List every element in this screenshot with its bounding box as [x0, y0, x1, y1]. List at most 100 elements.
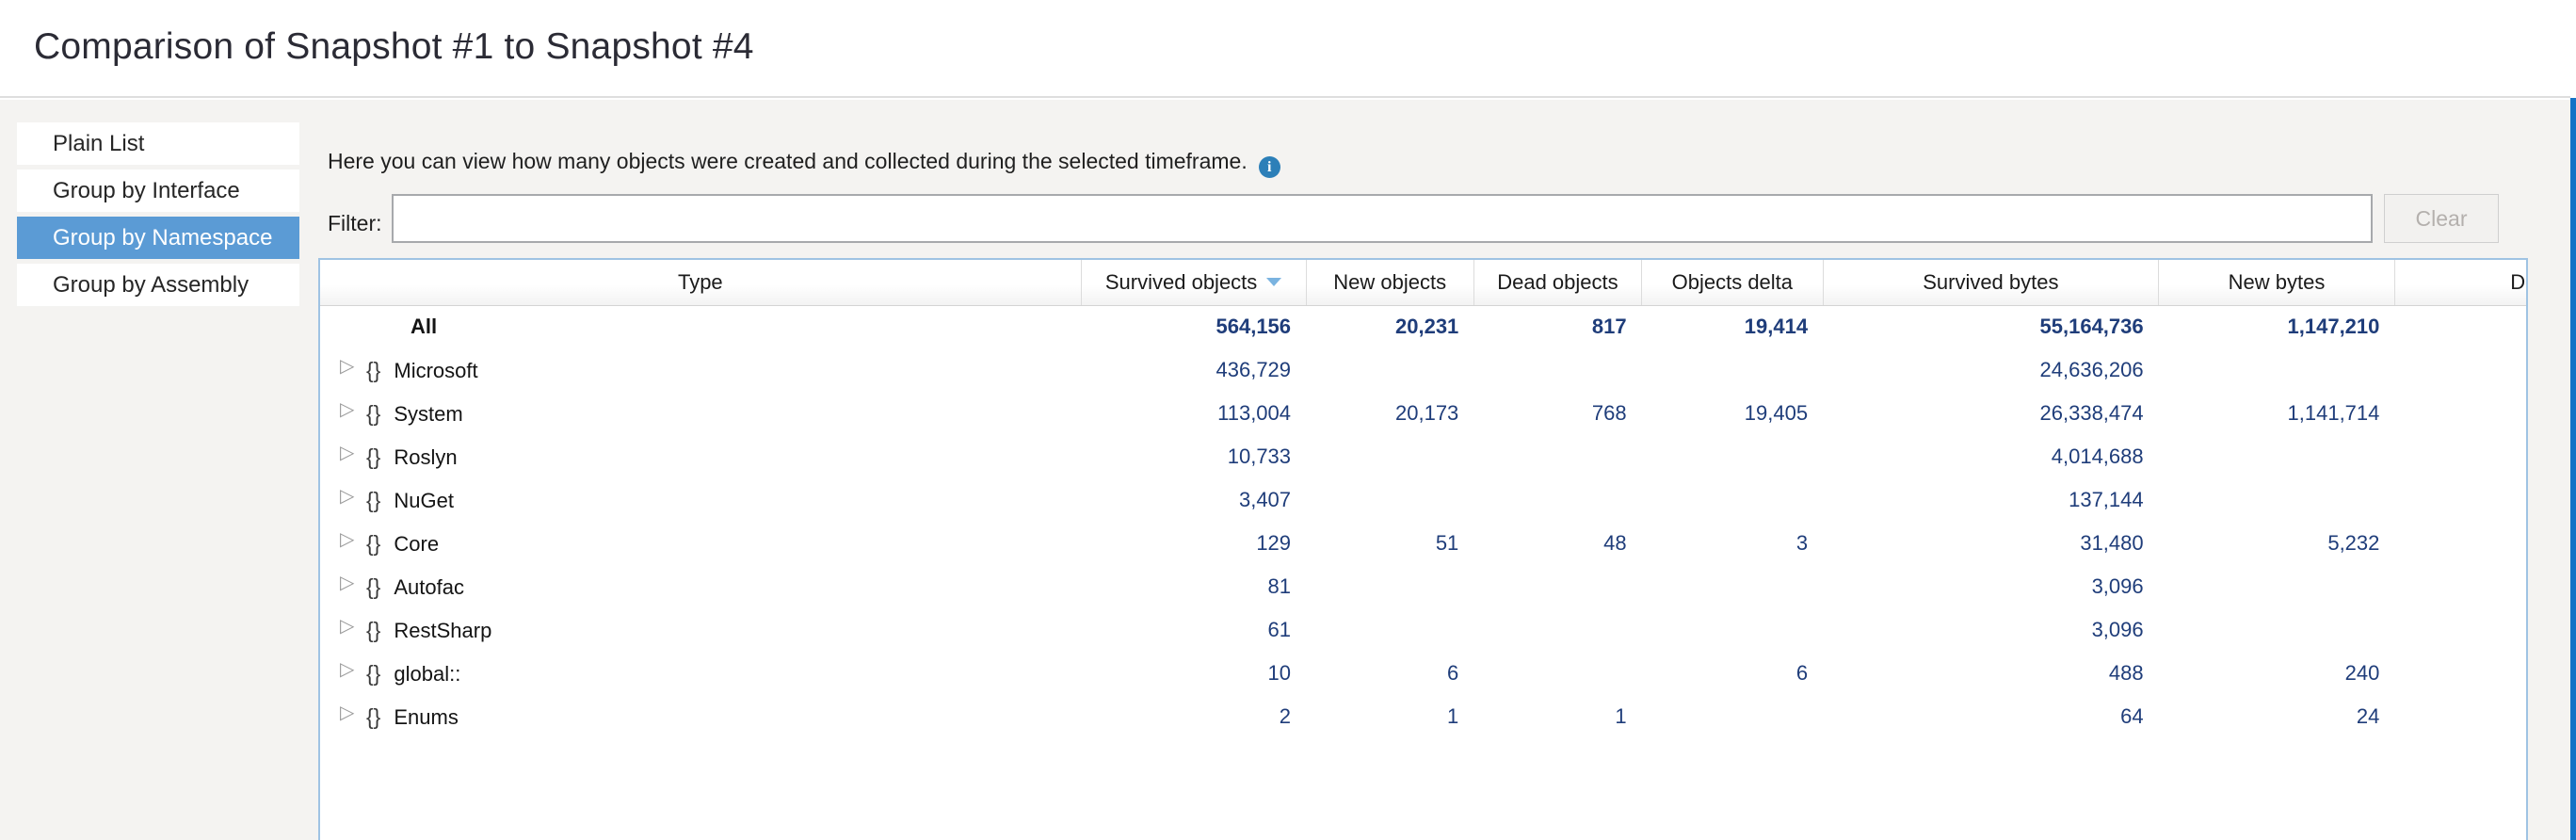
cell-new-bytes: [2158, 608, 2395, 652]
column-header-type[interactable]: Type: [320, 260, 1082, 306]
page-title: Comparison of Snapshot #1 to Snapshot #4: [34, 26, 754, 67]
expand-collapse-icon[interactable]: [340, 444, 354, 463]
cell-objects-delta: [1641, 435, 1824, 478]
expand-collapse-icon[interactable]: [340, 617, 354, 637]
expand-collapse-icon[interactable]: [340, 573, 354, 593]
cell-type: {} NuGet: [320, 478, 1082, 522]
namespace-icon: {}: [366, 487, 381, 512]
clear-filter-button[interactable]: Clear: [2384, 194, 2499, 243]
expand-collapse-icon[interactable]: [340, 703, 354, 723]
cell-survived-objects: 61: [1081, 608, 1307, 652]
cell-type-label: Autofac: [394, 574, 464, 599]
cell-new-objects: 6: [1306, 652, 1474, 695]
cell-new-bytes: 24: [2158, 695, 2395, 738]
table-row[interactable]: {} Core 129 51 48 3 31,480 5,232 4: [320, 522, 2526, 565]
cell-dead-bytes: [2394, 348, 2526, 392]
cell-survived-bytes: 64: [1823, 695, 2159, 738]
expand-collapse-icon[interactable]: [340, 660, 354, 680]
info-description-text: Here you can view how many objects were …: [328, 149, 1248, 173]
cell-type-label: NuGet: [394, 488, 454, 512]
cell-dead-bytes: 79: [2394, 305, 2526, 348]
expand-collapse-icon[interactable]: [340, 357, 354, 377]
cell-survived-bytes: 24,636,206: [1823, 348, 2159, 392]
window-right-accent-top-mask: [2570, 0, 2576, 98]
cell-new-bytes: [2158, 348, 2395, 392]
cell-dead-bytes: [2394, 695, 2526, 738]
sidebar-item-group-by-interface[interactable]: Group by Interface: [17, 170, 299, 212]
grid-header-row: Type Survived objects New objects Dead o…: [320, 260, 2526, 306]
cell-survived-objects: 10: [1081, 652, 1307, 695]
sort-descending-icon[interactable]: [1266, 277, 1282, 286]
cell-dead-objects: [1473, 348, 1642, 392]
info-description: Here you can view how many objects were …: [328, 149, 1280, 178]
filter-label: Filter:: [328, 211, 382, 235]
view-mode-sidebar: Plain List Group by Interface Group by N…: [0, 100, 316, 840]
expand-collapse-icon[interactable]: [340, 400, 354, 420]
namespace-icon: {}: [366, 444, 381, 469]
cell-objects-delta: 6: [1641, 652, 1824, 695]
column-header-dead-bytes[interactable]: Dead bytes: [2394, 260, 2526, 306]
namespace-icon: {}: [366, 357, 381, 382]
cell-new-bytes: [2158, 478, 2395, 522]
namespace-icon: {}: [366, 703, 381, 729]
namespace-icon: {}: [366, 400, 381, 426]
cell-objects-delta: 3: [1641, 522, 1824, 565]
filter-input[interactable]: [392, 194, 2373, 243]
column-header-new-objects[interactable]: New objects: [1306, 260, 1474, 306]
cell-survived-objects: 129: [1081, 522, 1307, 565]
column-header-new-bytes[interactable]: New bytes: [2158, 260, 2395, 306]
cell-new-objects: 1: [1306, 695, 1474, 738]
cell-type: {} RestSharp: [320, 608, 1082, 652]
cell-dead-bytes: [2394, 652, 2526, 695]
cell-dead-bytes: [2394, 478, 2526, 522]
expand-collapse-icon[interactable]: [340, 487, 354, 507]
cell-objects-delta: [1641, 565, 1824, 608]
cell-dead-bytes: 74: [2394, 392, 2526, 435]
cell-type-label: RestSharp: [394, 618, 492, 642]
cell-type: {} Microsoft: [320, 348, 1082, 392]
cell-type: {} global::: [320, 652, 1082, 695]
column-header-objects-delta[interactable]: Objects delta: [1641, 260, 1824, 306]
cell-type: {} Enums: [320, 695, 1082, 738]
cell-new-bytes: 240: [2158, 652, 2395, 695]
table-row[interactable]: {} Microsoft 436,729 24,636,206: [320, 348, 2526, 392]
expand-collapse-icon[interactable]: [340, 530, 354, 550]
cell-new-bytes: 1,147,210: [2158, 305, 2395, 348]
cell-type-label: Roslyn: [394, 444, 458, 469]
table-row-all[interactable]: All 564,156 20,231 817 19,414 55,164,736…: [320, 305, 2526, 348]
table-row[interactable]: {} global:: 10 6 6 488 240: [320, 652, 2526, 695]
cell-objects-delta: 19,414: [1641, 305, 1824, 348]
column-header-survived-objects-label: Survived objects: [1104, 269, 1258, 294]
table-row[interactable]: {} Roslyn 10,733 4,014,688: [320, 435, 2526, 478]
sidebar-item-group-by-assembly[interactable]: Group by Assembly: [17, 264, 299, 306]
main-panel: Here you can view how many objects were …: [316, 100, 2570, 840]
column-header-survived-bytes[interactable]: Survived bytes: [1823, 260, 2160, 306]
cell-dead-objects: [1473, 478, 1642, 522]
cell-dead-objects: [1473, 435, 1642, 478]
cell-survived-bytes: 4,014,688: [1823, 435, 2159, 478]
sidebar-item-group-by-namespace[interactable]: Group by Namespace: [17, 217, 299, 259]
cell-new-bytes: 1,141,714: [2158, 392, 2395, 435]
cell-new-objects: [1306, 608, 1474, 652]
column-header-survived-objects[interactable]: Survived objects: [1081, 260, 1307, 306]
cell-dead-bytes: 4: [2394, 522, 2526, 565]
table-row[interactable]: {} NuGet 3,407 137,144: [320, 478, 2526, 522]
cell-new-objects: [1306, 348, 1474, 392]
namespace-icon: {}: [366, 530, 381, 556]
cell-survived-bytes: 55,164,736: [1823, 305, 2159, 348]
cell-type: {} System: [320, 392, 1082, 435]
cell-dead-objects: [1473, 608, 1642, 652]
info-icon[interactable]: i: [1258, 156, 1280, 178]
cell-dead-objects: 768: [1473, 392, 1642, 435]
table-row[interactable]: {} Enums 2 1 1 64 24: [320, 695, 2526, 738]
table-row[interactable]: {} RestSharp 61 3,096: [320, 608, 2526, 652]
cell-new-bytes: [2158, 565, 2395, 608]
column-header-dead-objects[interactable]: Dead objects: [1473, 260, 1643, 306]
table-row[interactable]: {} System 113,004 20,173 768 19,405 26,33…: [320, 392, 2526, 435]
cell-survived-objects: 436,729: [1081, 348, 1307, 392]
cell-dead-bytes: [2394, 565, 2526, 608]
table-row[interactable]: {} Autofac 81 3,096: [320, 565, 2526, 608]
comparison-grid: Type Survived objects New objects Dead o…: [318, 258, 2528, 840]
sidebar-item-plain-list[interactable]: Plain List: [17, 122, 299, 165]
cell-type-label: Core: [394, 531, 440, 556]
